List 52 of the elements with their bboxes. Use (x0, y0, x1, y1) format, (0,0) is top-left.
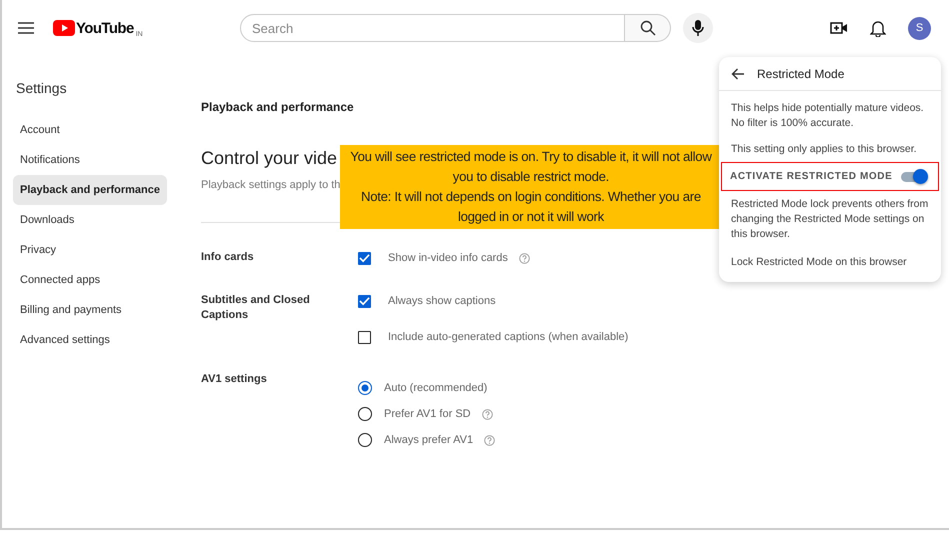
checkbox[interactable] (358, 294, 371, 308)
option-label: Prefer AV1 for SD (384, 408, 471, 420)
menu-icon[interactable] (18, 22, 34, 34)
toggle-switch[interactable] (901, 172, 926, 182)
option-label: Include auto-generated captions (when available) (388, 331, 628, 343)
page-subtitle: Playback settings apply to th (201, 179, 340, 191)
sidebar-item[interactable]: Connected apps (13, 265, 167, 295)
section-title: Playback and performance (201, 100, 354, 114)
radio-button[interactable] (358, 433, 372, 447)
play-logo-icon (53, 20, 75, 36)
lock-link[interactable]: Lock Restricted Mode on this browser (719, 247, 941, 275)
setting-label: Subtitles and Closed Captions (201, 293, 311, 323)
bell-icon[interactable] (870, 19, 886, 37)
option-label: Always show captions (388, 295, 496, 307)
microphone-icon (692, 20, 704, 36)
setting-label: Info cards (201, 250, 255, 265)
radio-button[interactable] (358, 381, 372, 395)
back-arrow-icon[interactable] (731, 68, 745, 80)
checkbox[interactable] (358, 252, 371, 264)
option-label: Always prefer AV1 (384, 434, 474, 446)
help-icon[interactable] (518, 252, 530, 264)
setting-label: AV1 settings (201, 372, 268, 387)
checkbox[interactable] (358, 330, 371, 344)
popup-text: This setting only applies to this browser. (730, 142, 918, 157)
search-icon (640, 20, 656, 36)
sidebar-item[interactable]: Playback and performance (13, 175, 167, 205)
search-button[interactable] (625, 14, 671, 42)
sidebar-item[interactable]: Account (13, 115, 167, 145)
sidebar-item[interactable]: Notifications (13, 145, 167, 175)
sidebar-item[interactable]: Billing and payments (13, 295, 167, 325)
sidebar-title: Settings (15, 79, 68, 98)
logo-text[interactable]: YouTube (76, 20, 134, 36)
toggle-label: ACTIVATE RESTRICTED MODE (730, 171, 892, 182)
popup-text: This helps hide potentially mature videos. No filter is 100% accurate. (730, 101, 925, 131)
video-camera-plus-icon[interactable] (830, 21, 848, 35)
radio-button[interactable] (358, 407, 372, 421)
option-label: Show in-video info cards (388, 252, 508, 264)
note-text: Note: It will not depends on login conditions. Whether you are logged in or not it will work (360, 188, 702, 226)
sidebar-item[interactable]: Privacy (13, 235, 167, 265)
help-icon[interactable] (484, 434, 496, 446)
option-label: Auto (recommended) (384, 382, 488, 394)
avatar[interactable]: S (908, 16, 931, 40)
popup-text: Restricted Mode lock prevents others from changing the Restricted Mode settings on this browser. (730, 197, 930, 242)
page-heading: Control your vide (201, 148, 338, 169)
sidebar-item[interactable]: Downloads (13, 205, 167, 235)
sidebar-item[interactable]: Advanced settings (13, 325, 167, 355)
note-text: You will see restricted mode is on. Try to disable it, it will not allow you to disable restrict mode. (349, 148, 713, 186)
search-field[interactable]: Search (240, 14, 625, 42)
help-icon[interactable] (482, 408, 493, 420)
microphone-button[interactable] (683, 13, 713, 43)
popup-title: Restricted Mode (757, 66, 844, 80)
region-code: IN (136, 30, 143, 38)
